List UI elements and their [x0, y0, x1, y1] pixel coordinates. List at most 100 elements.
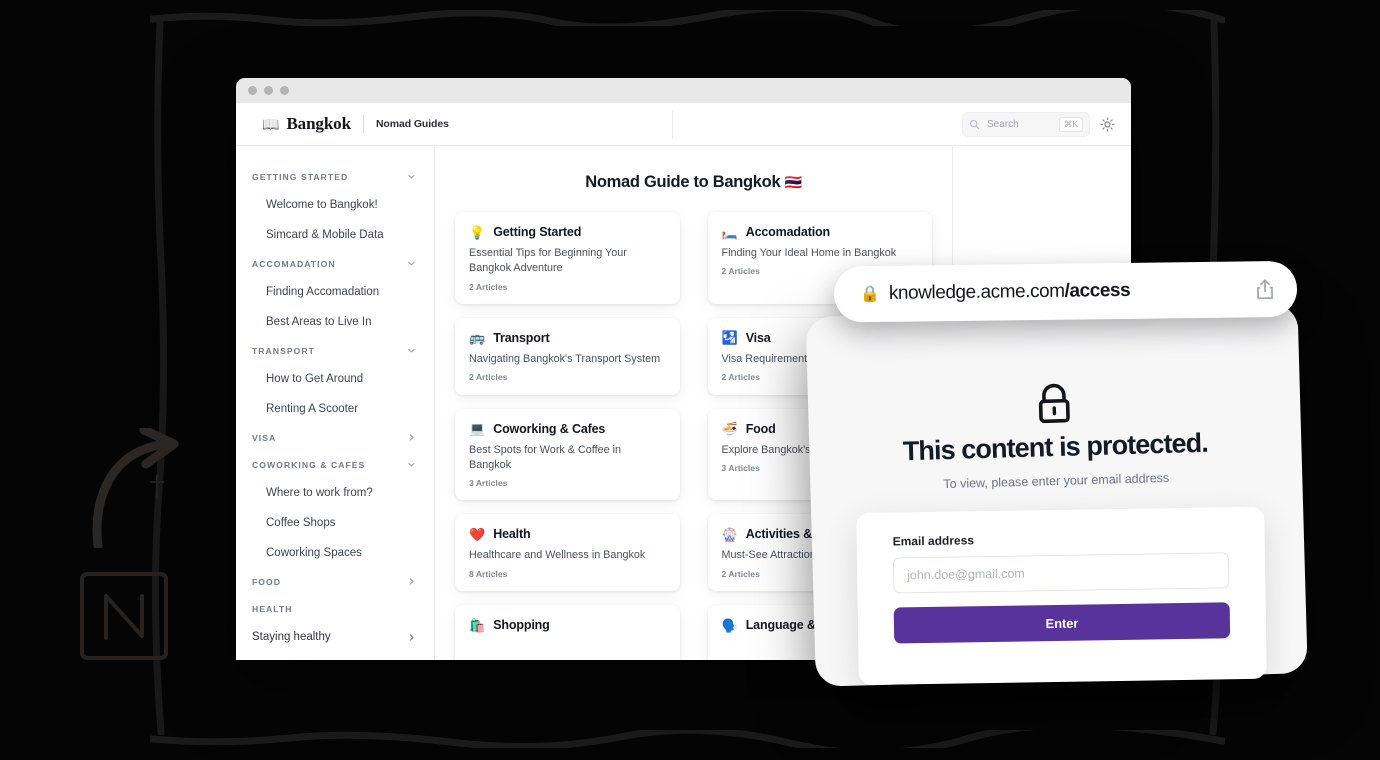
sidebar-item-label: How to Get Around	[266, 373, 364, 385]
chevron-right-icon	[409, 434, 414, 441]
phone-screen: This content is protected. To view, plea…	[805, 303, 1308, 687]
bed-icon: 🛏️	[721, 224, 738, 240]
sidebar-item-coworking-spaces[interactable]: Coworking Spaces	[236, 538, 434, 568]
card-article-count: 2 Articles	[469, 371, 508, 382]
url-text: knowledge.acme.com/access	[889, 280, 1130, 305]
card-title: Food	[745, 421, 776, 436]
decorative-tick-icon	[150, 475, 164, 499]
lightbulb-icon: 💡	[469, 224, 486, 240]
card-description: Navigating Bangkok's Transport System	[469, 352, 661, 365]
sidebar-item-label: Simcard & Mobile Data	[266, 229, 384, 241]
page-title-text: Nomad Guide to Bangkok	[585, 173, 781, 191]
category-card-shopping[interactable]: 🛍️ Shopping	[455, 605, 680, 660]
sidebar-item-where-to-work-from[interactable]: Where to work from?	[236, 478, 434, 508]
card-description: Essential Tips for Beginning Your Bangko…	[469, 247, 627, 275]
sidebar-item-label: Welcome to Bangkok!	[266, 199, 378, 211]
decorative-curved-arrow-icon	[92, 428, 179, 548]
sidebar-group-getting-started[interactable]: GETTING STARTED	[236, 163, 434, 190]
card-title: Visa	[745, 330, 771, 345]
sidebar-navigation: GETTING STARTED Welcome to Bangkok! Simc…	[236, 146, 435, 660]
decorative-frame-left	[152, 20, 168, 735]
card-header: 💡 Getting Started	[469, 225, 666, 239]
category-card-transport[interactable]: 🚌 Transport Navigating Bangkok's Transpo…	[455, 317, 680, 395]
email-field[interactable]	[892, 552, 1230, 594]
sidebar-item-simcard-mobile-data[interactable]: Simcard & Mobile Data	[236, 220, 434, 250]
chevron-down-icon	[408, 348, 415, 353]
window-close-button[interactable]	[248, 86, 257, 95]
screenshot-stage: 📖 Bangkok Nomad Guides Search ⌘K GETTING…	[0, 0, 1380, 760]
email-field-label: Email address	[892, 533, 975, 549]
window-minimize-button[interactable]	[264, 86, 273, 95]
chevron-down-icon	[408, 462, 415, 467]
sun-icon[interactable]	[1100, 116, 1115, 132]
book-icon: 📖	[262, 116, 280, 132]
sidebar-item-label: Finding Accomadation	[266, 286, 380, 298]
heart-icon: ❤️	[469, 526, 486, 542]
card-article-count: 3 Articles	[469, 478, 508, 489]
brand-divider	[362, 115, 364, 133]
category-card-health[interactable]: ❤️ Health Healthcare and Wellness in Ban…	[455, 514, 680, 592]
green-lock-icon: 🔒	[859, 285, 881, 304]
sidebar-item-feeling-sick[interactable]: Feeling sick	[236, 652, 434, 660]
browser-url-bar[interactable]: 🔒 knowledge.acme.com/access	[833, 260, 1298, 323]
decorative-frame-top	[150, 10, 1225, 26]
card-header: 🛍️ Shopping	[469, 618, 666, 632]
sidebar-group-food[interactable]: FOOD	[236, 568, 434, 595]
sidebar-group-coworking-cafes[interactable]: COWORKING & CAFES	[236, 451, 434, 478]
lock-icon-container	[808, 375, 1301, 433]
enter-button[interactable]: Enter	[893, 602, 1231, 644]
card-header: ❤️ Health	[469, 527, 666, 541]
sidebar-item-staying-healthy[interactable]: Staying healthy	[236, 622, 434, 652]
bus-icon: 🚌	[469, 330, 486, 346]
card-title: Accomadation	[745, 225, 831, 239]
ramen-icon: 🍜	[721, 421, 738, 437]
sidebar-item-best-areas-to-live-in[interactable]: Best Areas to Live In	[236, 307, 434, 337]
search-shortcut-badge: ⌘K	[1058, 116, 1083, 132]
card-title: Coworking & Cafes	[493, 421, 606, 436]
card-header: 💻 Coworking & Cafes	[469, 422, 666, 436]
category-card-getting-started[interactable]: 💡 Getting Started Essential Tips for Beg…	[455, 212, 680, 304]
passport-control-icon: 🛂	[721, 330, 738, 346]
decorative-letter-n-icon	[80, 572, 168, 660]
sidebar-group-health[interactable]: HEALTH	[236, 595, 434, 622]
sidebar-item-coffee-shops[interactable]: Coffee Shops	[236, 508, 434, 538]
sidebar-item-label: Coworking Spaces	[266, 547, 362, 559]
sidebar-group-label: HEALTH	[252, 603, 293, 614]
sidebar-item-finding-accomadation[interactable]: Finding Accomadation	[236, 277, 434, 307]
sidebar-item-how-to-get-around[interactable]: How to Get Around	[236, 364, 434, 394]
lock-icon	[1038, 383, 1070, 424]
sidebar-group-label: TRANSPORT	[252, 345, 315, 356]
brand-name: Bangkok	[286, 114, 351, 133]
sidebar-item-renting-a-scooter[interactable]: Renting A Scooter	[236, 394, 434, 424]
card-header: 🚌 Transport	[469, 331, 666, 345]
chevron-right-icon	[409, 633, 414, 641]
window-maximize-button[interactable]	[280, 86, 289, 95]
protected-subtext: To view, please enter your email address	[943, 470, 1170, 492]
sidebar-group-label: FOOD	[252, 576, 282, 587]
url-path: /access	[1064, 279, 1131, 302]
sidebar-group-visa[interactable]: VISA	[236, 424, 434, 451]
protected-content-overlay: This content is protected. To view, plea…	[800, 251, 1312, 690]
share-icon[interactable]	[1255, 278, 1275, 300]
sidebar-group-label: ACCOMADATION	[252, 258, 336, 269]
search-input[interactable]: Search ⌘K	[962, 111, 1090, 137]
sidebar-item-label: Staying healthy	[252, 631, 331, 643]
search-icon	[969, 119, 980, 129]
window-titlebar	[236, 78, 1131, 103]
card-title: Getting Started	[493, 225, 582, 239]
chevron-down-icon	[408, 261, 415, 266]
brand-subtitle: Nomad Guides	[375, 118, 449, 130]
sidebar-item-welcome-to-bangkok[interactable]: Welcome to Bangkok!	[236, 190, 434, 220]
category-card-coworking-cafes[interactable]: 💻 Coworking & Cafes Best Spots for Work …	[455, 408, 680, 501]
page-title: Nomad Guide to Bangkok 🇹🇭	[455, 173, 932, 192]
card-title: Health	[493, 527, 531, 542]
sidebar-group-accomadation[interactable]: ACCOMADATION	[236, 250, 434, 277]
header-actions: Search ⌘K	[962, 111, 1115, 137]
laptop-icon: 💻	[469, 421, 486, 437]
card-description: Healthcare and Wellness in Bangkok	[469, 549, 646, 562]
sidebar-group-transport[interactable]: TRANSPORT	[236, 337, 434, 364]
sidebar-item-label: Where to work from?	[266, 487, 373, 499]
sidebar-item-label: Renting A Scooter	[266, 403, 359, 415]
brand-logo[interactable]: 📖 Bangkok	[262, 114, 351, 134]
search-placeholder: Search	[987, 118, 1019, 130]
